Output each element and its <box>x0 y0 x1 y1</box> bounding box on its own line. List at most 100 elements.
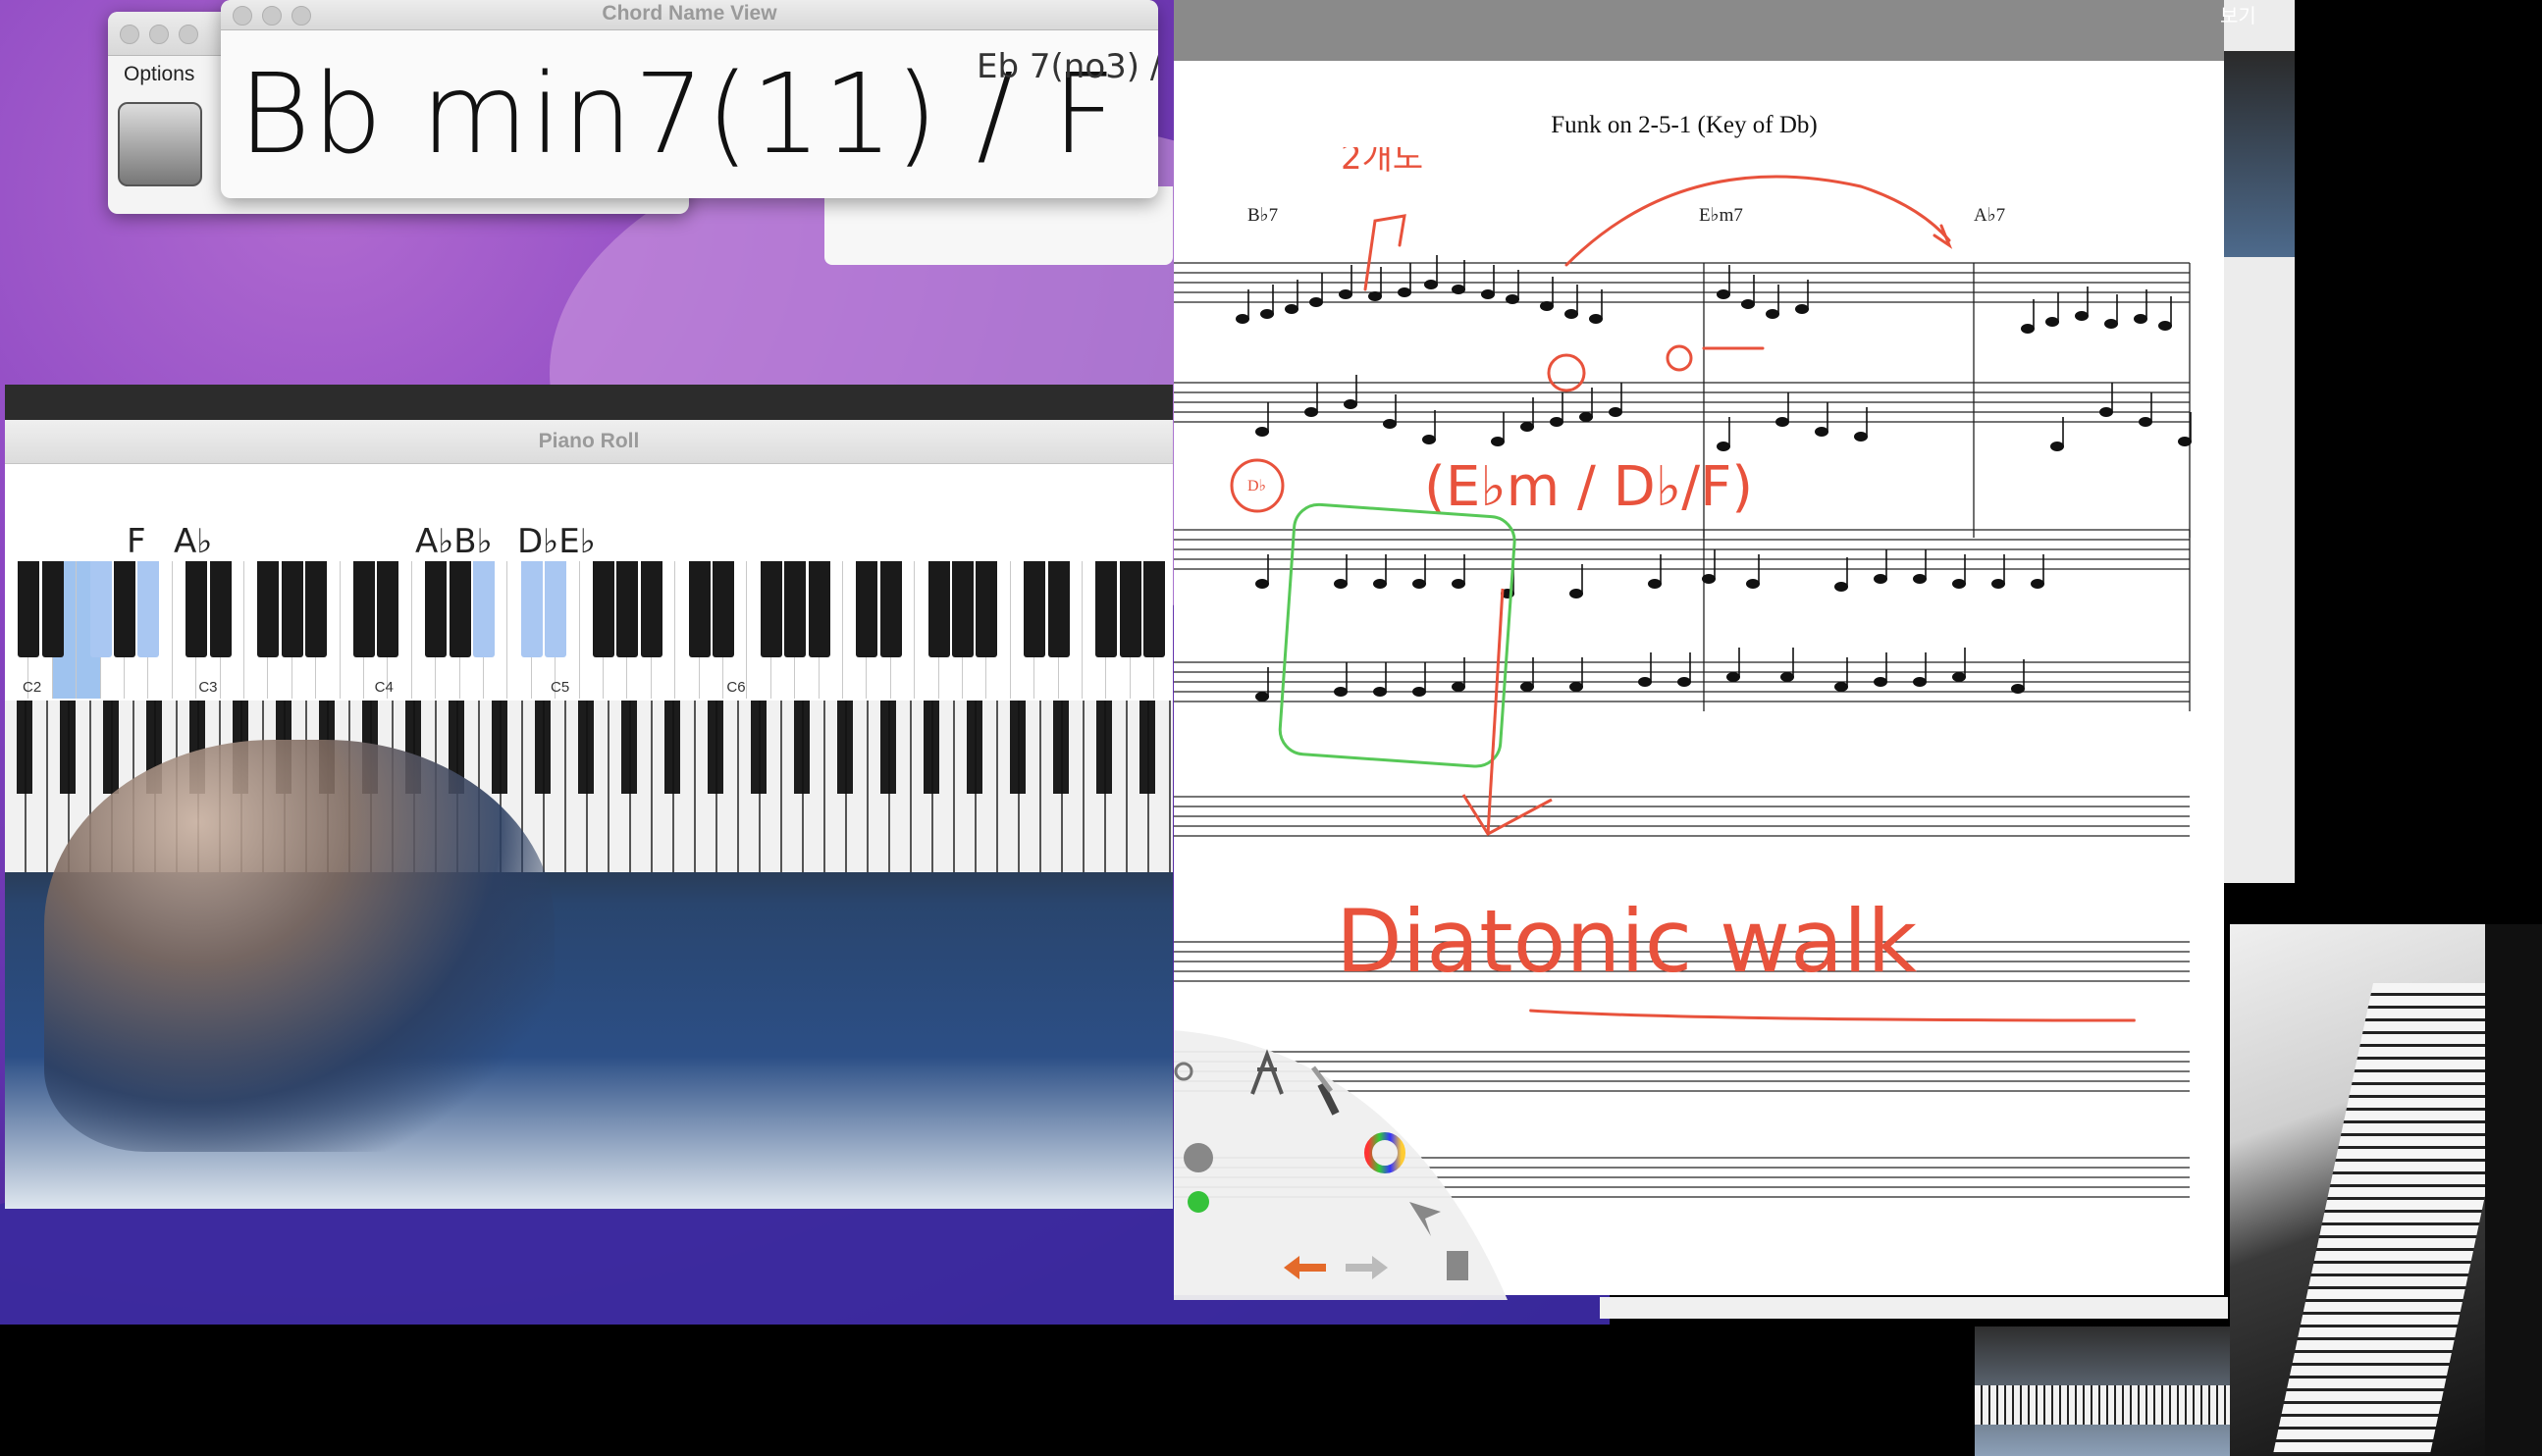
note-head <box>1569 589 1583 598</box>
note-head <box>1452 285 1465 294</box>
black-key[interactable] <box>952 561 974 657</box>
octave-label: C5 <box>551 679 570 696</box>
note-head <box>2158 321 2172 331</box>
black-key[interactable] <box>377 561 399 657</box>
black-key[interactable] <box>1119 561 1141 657</box>
note-head <box>1260 309 1274 319</box>
note-head <box>1373 687 1387 697</box>
black-key[interactable] <box>1095 561 1118 657</box>
black-key[interactable] <box>593 561 614 657</box>
black-key[interactable] <box>640 561 662 657</box>
score-window: Funk on 2-5-1 (Key of Db) B♭7 E♭m7 A♭7 2… <box>1174 0 2224 1300</box>
chord-symbol: E♭m7 <box>1699 205 1743 226</box>
annotation-toolwheel <box>1174 1030 1508 1300</box>
note-head <box>2099 407 2113 417</box>
note-head <box>1339 289 1352 299</box>
black-key[interactable] <box>856 561 878 657</box>
note-head <box>1952 579 1966 589</box>
black-key[interactable] <box>449 561 471 657</box>
black-key[interactable] <box>41 561 64 657</box>
options-menu[interactable]: Options <box>124 63 194 86</box>
piano-keyboard[interactable]: C2 C3 C4 C5 C6 <box>5 561 1173 699</box>
note-head <box>2031 579 2044 589</box>
black-key[interactable] <box>137 561 160 657</box>
note-head <box>1569 682 1583 692</box>
black-key[interactable] <box>713 561 734 657</box>
red-bracket <box>1363 214 1406 291</box>
note-head <box>2075 311 2089 321</box>
view-label[interactable]: 보기 <box>2220 0 2256 28</box>
black-key[interactable] <box>209 561 232 657</box>
black-key[interactable] <box>688 561 711 657</box>
piano-keys-photo <box>1975 1385 2230 1425</box>
zoom-button[interactable] <box>179 25 198 44</box>
note-head <box>1550 417 1563 427</box>
note-head <box>1726 672 1740 682</box>
note-head <box>1854 432 1868 442</box>
black-key[interactable] <box>305 561 328 657</box>
note-head <box>1373 579 1387 589</box>
black-key[interactable] <box>281 561 303 657</box>
black-key[interactable] <box>89 561 112 657</box>
note-head <box>1589 314 1603 324</box>
note-head <box>1422 435 1436 444</box>
score-title: Funk on 2-5-1 (Key of Db) <box>1551 112 1818 138</box>
black-key[interactable] <box>1024 561 1046 657</box>
player-hands <box>44 740 555 1152</box>
small-camera-view <box>1975 1326 2230 1456</box>
black-key[interactable] <box>616 561 639 657</box>
background-window <box>824 186 1173 265</box>
black-key[interactable] <box>1143 561 1166 657</box>
underline <box>1529 1009 2136 1022</box>
note-head <box>1564 309 1578 319</box>
note-head <box>1424 280 1438 289</box>
note-head <box>1491 437 1505 446</box>
note-head <box>1952 672 1966 682</box>
note-head <box>1236 314 1249 324</box>
note-head <box>1368 291 1382 301</box>
chord-symbols: B♭7 E♭m7 A♭7 <box>1247 205 2005 226</box>
black-key[interactable] <box>976 561 998 657</box>
black-key[interactable] <box>353 561 375 657</box>
note-head <box>2134 314 2147 324</box>
black-key[interactable] <box>520 561 543 657</box>
red-arrow-arc <box>1564 175 1951 267</box>
black-key[interactable] <box>1047 561 1070 657</box>
note-head <box>1452 682 1465 692</box>
note-head <box>2104 319 2118 329</box>
black-key[interactable] <box>545 561 567 657</box>
black-key[interactable] <box>185 561 208 657</box>
note-head <box>1913 677 1927 687</box>
black-key[interactable] <box>473 561 495 657</box>
bass-label: D♭ <box>1247 478 1266 494</box>
black-key[interactable] <box>879 561 902 657</box>
note-head <box>1579 412 1593 422</box>
red-circle <box>1547 353 1586 392</box>
note-head <box>1702 574 1716 584</box>
note-head <box>2045 317 2059 327</box>
camera-thumbnail[interactable] <box>2224 51 2295 257</box>
note-head <box>1746 579 1760 589</box>
black-key[interactable] <box>257 561 280 657</box>
black-key[interactable] <box>760 561 782 657</box>
note-head <box>1255 427 1269 437</box>
note-head <box>1717 289 1730 299</box>
black-key[interactable] <box>927 561 950 657</box>
octave-label: C6 <box>726 679 746 696</box>
black-key[interactable] <box>114 561 135 657</box>
black-key[interactable] <box>18 561 40 657</box>
minimize-button[interactable] <box>149 25 169 44</box>
octave-label: C2 <box>23 679 42 696</box>
black-key[interactable] <box>808 561 830 657</box>
black-key[interactable] <box>784 561 807 657</box>
titlebar: Chord Name View <box>221 0 1158 30</box>
note-head <box>1304 407 1318 417</box>
black-key[interactable] <box>425 561 448 657</box>
note-label: F <box>127 522 146 561</box>
note-head <box>1309 297 1323 307</box>
trash-icon[interactable] <box>1447 1251 1468 1280</box>
note-head <box>1795 304 1809 314</box>
close-button[interactable] <box>120 25 139 44</box>
score-scrollbar[interactable] <box>1600 1297 2228 1319</box>
note-label: A♭B♭ <box>415 522 493 561</box>
